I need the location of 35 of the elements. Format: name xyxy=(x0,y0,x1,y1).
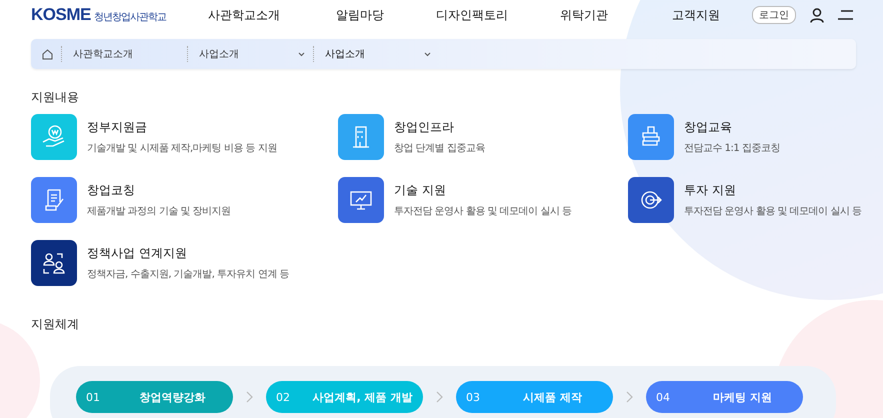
breadcrumb-item[interactable]: 사관학교소개 xyxy=(61,46,187,62)
step-number: 03 xyxy=(466,390,481,404)
nav-link[interactable]: 알림마당 xyxy=(304,6,416,24)
section-title: 지원내용 xyxy=(31,89,80,106)
login-button[interactable]: 로그인 xyxy=(752,6,796,24)
step-label: 시제품 제작 xyxy=(522,390,583,404)
nav-link[interactable]: 고객지원 xyxy=(640,6,752,24)
service-title: 투자 지원 xyxy=(684,182,737,199)
logo-subtitle: 청년창업사관학교 xyxy=(94,11,166,24)
service-title: 정책사업 연계지원 xyxy=(87,245,188,262)
service-description: 투자전담 운영사 활용 및 데모데이 실시 등 xyxy=(394,205,572,218)
service-description: 전담교수 1:1 집중코칭 xyxy=(684,142,780,155)
service-description: 제품개발 과정의 기술 및 장비지원 xyxy=(87,205,231,218)
service-description: 기술개발 및 시제품 제작,마케팅 비용 등 지원 xyxy=(87,142,277,155)
step-number: 04 xyxy=(656,390,671,404)
service-description: 투자전담 운영사 활용 및 데모데이 실시 등 xyxy=(684,205,862,218)
step-label: 사업계획, 제품 개발 xyxy=(312,390,413,404)
nav-link[interactable]: 위탁기관 xyxy=(528,6,640,24)
step-label: 마케팅 지원 xyxy=(712,390,773,404)
service-title: 정부지원금 xyxy=(87,119,148,136)
service-description: 창업 단계별 집중교육 xyxy=(394,142,485,155)
service-title: 기술 지원 xyxy=(394,182,447,199)
nav-link[interactable]: 디자인팩토리 xyxy=(416,6,528,24)
breadcrumb-item[interactable]: 사업소개 xyxy=(313,46,439,62)
breadcrumb-item[interactable]: 사업소개 xyxy=(187,46,313,62)
service-title: 창업코칭 xyxy=(87,182,136,199)
nav-link[interactable]: 사관학교소개 xyxy=(184,6,304,24)
service-title: 창업교육 xyxy=(684,119,733,136)
service-description: 정책자금, 수출지원, 기술개발, 투자유치 연계 등 xyxy=(87,268,289,281)
section-title: 지원체계 xyxy=(31,316,80,333)
step-label: 창업역량강화 xyxy=(138,390,206,404)
logo[interactable]: KOSME xyxy=(31,5,91,25)
service-title: 창업인프라 xyxy=(394,119,455,136)
step-number: 01 xyxy=(86,390,101,404)
step-number: 02 xyxy=(276,390,291,404)
